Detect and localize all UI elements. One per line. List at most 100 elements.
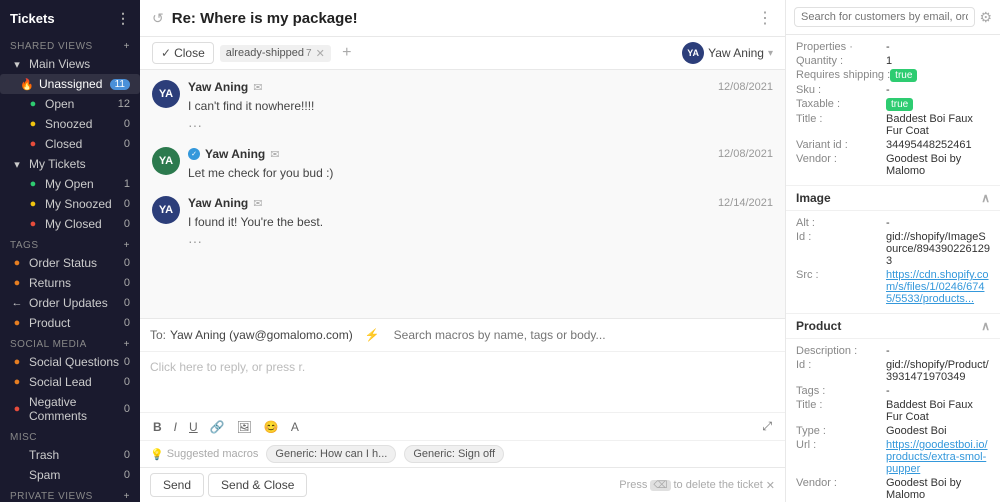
sidebar-item-product[interactable]: ● Product 0 [0, 313, 140, 333]
sidebar-item-main-views[interactable]: ▾ Main Views [0, 54, 140, 74]
trash-label: Trash [29, 448, 121, 462]
customer-search-input[interactable] [794, 7, 975, 27]
social-media-section-label: Social Media + [0, 333, 140, 352]
sidebar-item-my-snoozed[interactable]: ● My Snoozed 0 [0, 194, 140, 214]
link-button[interactable]: 🔗 [205, 418, 230, 436]
settings-icon[interactable]: ⚙ [979, 9, 992, 26]
product-title-row: Title : Baddest Boi Faux Fur Coat [796, 399, 990, 423]
message-3-more[interactable]: ··· [188, 233, 773, 249]
sidebar-item-my-tickets[interactable]: ▾ My Tickets [0, 154, 140, 174]
product-icon: ● [10, 316, 24, 330]
my-open-label: My Open [45, 177, 121, 191]
refresh-icon[interactable]: ↺ [152, 10, 164, 27]
bold-button[interactable]: B [148, 418, 167, 436]
tag-badge[interactable]: already-shipped 7 ✕ [220, 45, 331, 62]
product-id-label: Id : [796, 359, 886, 371]
order-updates-label: Order Updates [29, 296, 121, 310]
title-value: Baddest Boi Faux Fur Coat [886, 113, 990, 137]
sidebar-item-negative-comments[interactable]: ● Negative Comments 0 [0, 392, 140, 426]
message-3-content: Yaw Aning ✉ 12/14/2021 I found it! You'r… [188, 196, 773, 249]
delete-text: to delete the ticket [674, 479, 763, 491]
image-button[interactable]: 🖼 [232, 418, 257, 436]
add-social-icon[interactable]: + [124, 339, 130, 350]
assignee-initials: YA [687, 48, 699, 58]
snoozed-count: 0 [124, 118, 130, 130]
unassigned-icon: 🔥 [20, 77, 34, 91]
message-1-header: Yaw Aning ✉ 12/08/2021 [188, 80, 773, 94]
message-1-more[interactable]: ··· [188, 117, 773, 133]
macro-chip-2[interactable]: Generic: Sign off [404, 445, 504, 463]
product-section-props: Description : - Id : gid://shopify/Produ… [786, 339, 1000, 502]
suggested-macros-label: 💡 Suggested macros [150, 448, 258, 461]
sidebar-item-open[interactable]: ● Open 12 [0, 94, 140, 114]
message-2-header: ✓ Yaw Aning ✉ 12/08/2021 [188, 147, 773, 161]
ticket-more-menu-icon[interactable]: ⋮ [757, 8, 773, 28]
social-questions-count: 0 [124, 356, 130, 368]
sidebar-item-social-lead[interactable]: ● Social Lead 0 [0, 372, 140, 392]
prop-row-quantity: Quantity : 1 [796, 55, 990, 67]
emoji-button[interactable]: 😊 [259, 418, 284, 436]
product-desc-label: Description : [796, 345, 886, 357]
sidebar: Tickets ⋮ SHARED VIEWS + ▾ Main Views 🔥 … [0, 0, 140, 502]
close-button[interactable]: ✓ Close [152, 42, 214, 64]
vendor-label: Vendor : [796, 153, 886, 165]
spam-count: 0 [124, 469, 130, 481]
expand-button[interactable]: ⤢ [757, 417, 777, 436]
message-1-time: 12/08/2021 [718, 81, 773, 93]
add-shared-view-icon[interactable]: + [124, 41, 130, 52]
product-url-row: Url : https://goodestboi.io/products/ext… [796, 439, 990, 475]
product-section-header[interactable]: Product ∧ [786, 313, 1000, 339]
image-section-label: Image [796, 191, 831, 205]
macro-chip-1[interactable]: Generic: How can I h... [266, 445, 396, 463]
properties-section: Properties · - Quantity : 1 Requires shi… [786, 35, 1000, 185]
order-updates-count: 0 [124, 297, 130, 309]
social-questions-label: Social Questions [29, 355, 121, 369]
assignee-chevron-icon[interactable]: ▾ [768, 48, 773, 59]
tag-count: 7 [306, 48, 312, 59]
product-url-value[interactable]: https://goodestboi.io/products/extra-smo… [886, 439, 990, 475]
message-2-content: ✓ Yaw Aning ✉ 12/08/2021 Let me check fo… [188, 147, 773, 182]
product-desc-row: Description : - [796, 345, 990, 357]
lightning-icon: ⚡ [365, 328, 380, 342]
sidebar-item-returns[interactable]: ● Returns 0 [0, 273, 140, 293]
add-private-view-icon[interactable]: + [124, 491, 130, 502]
sidebar-item-unassigned[interactable]: 🔥 Unassigned 11 [0, 74, 140, 94]
sidebar-item-snoozed[interactable]: ● Snoozed 0 [0, 114, 140, 134]
image-alt-row: Alt : - [796, 217, 990, 229]
sidebar-item-social-questions[interactable]: ● Social Questions 0 [0, 352, 140, 372]
italic-button[interactable]: I [169, 418, 182, 436]
my-tickets-label: My Tickets [29, 157, 130, 171]
image-src-value[interactable]: https://cdn.shopify.com/s/files/1/0246/6… [886, 269, 990, 305]
vendor-value: Goodest Boi by Malomo [886, 153, 990, 177]
format-button[interactable]: A [286, 418, 304, 436]
prop-row-variant-id: Variant id : 34495448252461 [796, 139, 990, 151]
req-shipping-value: true [890, 69, 917, 82]
message-3-body: I found it! You're the best. [188, 213, 773, 231]
reply-to-value: Yaw Aning (yaw@gomalomo.com) [170, 328, 353, 342]
sidebar-menu-icon[interactable]: ⋮ [116, 10, 130, 27]
product-count: 0 [124, 317, 130, 329]
order-status-count: 0 [124, 257, 130, 269]
unassigned-count: 11 [110, 79, 130, 90]
sidebar-item-spam[interactable]: Spam 0 [0, 465, 140, 485]
social-lead-label: Social Lead [29, 375, 121, 389]
underline-button[interactable]: U [184, 418, 203, 436]
add-tag-icon[interactable]: + [124, 240, 130, 251]
tag-remove-icon[interactable]: ✕ [316, 47, 325, 60]
sidebar-item-trash[interactable]: Trash 0 [0, 445, 140, 465]
sidebar-item-my-open[interactable]: ● My Open 1 [0, 174, 140, 194]
send-close-button[interactable]: Send & Close [208, 473, 307, 497]
product-type-row: Type : Goodest Boi [796, 425, 990, 437]
send-button[interactable]: Send [150, 473, 204, 497]
closed-label: Closed [45, 137, 121, 151]
product-tags-label: Tags : [796, 385, 886, 397]
sidebar-item-order-status[interactable]: ● Order Status 0 [0, 253, 140, 273]
image-section-header[interactable]: Image ∧ [786, 185, 1000, 211]
sidebar-item-my-closed[interactable]: ● My Closed 0 [0, 214, 140, 234]
sidebar-item-order-updates[interactable]: ← Order Updates 0 [0, 293, 140, 313]
add-tag-button[interactable]: + [337, 43, 357, 63]
macro-search-input[interactable] [384, 324, 775, 346]
sidebar-item-closed[interactable]: ● Closed 0 [0, 134, 140, 154]
trash-icon [10, 448, 24, 462]
reply-editor[interactable]: Click here to reply, or press r. [140, 352, 785, 412]
